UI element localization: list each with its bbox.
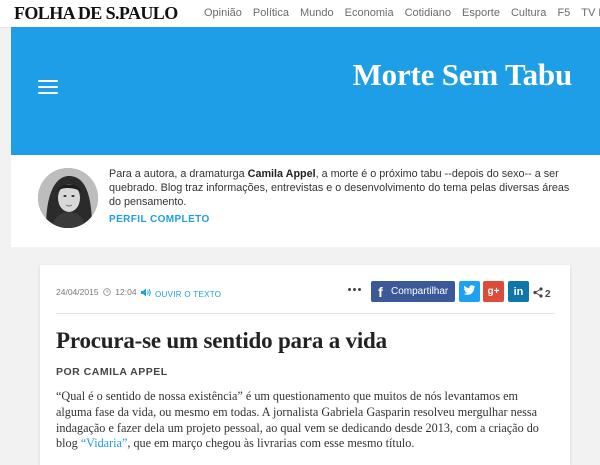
twitter-icon bbox=[463, 283, 476, 301]
share-count[interactable]: 2 bbox=[533, 285, 551, 303]
speaker-icon bbox=[140, 285, 152, 303]
article-body: “Qual é o sentido de nossa existência” é… bbox=[56, 389, 556, 452]
nav-item-f5[interactable]: F5 bbox=[557, 7, 570, 19]
author-desc-intro: Para a autora, a dramaturga bbox=[109, 168, 248, 180]
blog-title[interactable]: Morte Sem Tabu bbox=[353, 57, 573, 93]
nav-item-economia[interactable]: Economia bbox=[345, 7, 394, 19]
googleplus-icon: g+ bbox=[487, 286, 500, 297]
nav-item-cultura[interactable]: Cultura bbox=[511, 7, 546, 19]
linkedin-share-button[interactable]: in bbox=[508, 281, 529, 302]
article-timestamp: 24/04/2015 12:04 bbox=[56, 287, 137, 298]
author-description: Para a autora, a dramaturga Camila Appel… bbox=[109, 167, 579, 209]
share-count-number: 2 bbox=[545, 288, 551, 300]
share-label: Compartilhar bbox=[391, 286, 449, 297]
share-icon bbox=[533, 285, 543, 303]
nav-item-esporte[interactable]: Esporte bbox=[462, 7, 500, 19]
nav-item-politica[interactable]: Política bbox=[253, 7, 289, 19]
clock-icon bbox=[103, 288, 111, 298]
nav-item-cotidiano[interactable]: Cotidiano bbox=[405, 7, 451, 19]
top-navigation-bar: FOLHA DE S.PAULO Opinião Política Mundo … bbox=[0, 0, 600, 28]
article-body-rest: , que em março chegou às livrarias com e… bbox=[127, 436, 415, 451]
article-time: 12:04 bbox=[115, 287, 137, 297]
nav-item-mundo[interactable]: Mundo bbox=[300, 7, 334, 19]
hamburger-menu-icon[interactable] bbox=[38, 79, 60, 95]
facebook-icon: f bbox=[378, 283, 383, 300]
more-options-icon[interactable] bbox=[348, 288, 363, 291]
nav-item-tv-folha[interactable]: TV Fol bbox=[581, 7, 600, 19]
full-profile-link[interactable]: PERFIL COMPLETO bbox=[109, 214, 210, 225]
article-title: Procura-se um sentido para a vida bbox=[56, 328, 387, 353]
author-name: Camila Appel bbox=[247, 168, 316, 180]
googleplus-share-button[interactable]: g+ bbox=[483, 281, 504, 302]
article-date: 24/04/2015 bbox=[56, 287, 99, 297]
nav-item-opiniao[interactable]: Opinião bbox=[204, 7, 242, 19]
section-nav: Opinião Política Mundo Economia Cotidian… bbox=[204, 7, 600, 19]
listen-text-label: OUVIR O TEXTO bbox=[155, 289, 222, 299]
linkedin-icon: in bbox=[513, 285, 524, 298]
facebook-share-button[interactable]: f Compartilhar bbox=[371, 281, 455, 302]
vidaria-link[interactable]: “Vidaria” bbox=[81, 436, 128, 450]
folha-logo[interactable]: FOLHA DE S.PAULO bbox=[14, 3, 178, 24]
article-card: 24/04/2015 12:04 OUVIR O TEXTO f Compart… bbox=[40, 265, 570, 465]
author-box: Para a autora, a dramaturga Camila Appel… bbox=[11, 155, 600, 247]
blog-banner: Morte Sem Tabu bbox=[11, 27, 600, 155]
author-avatar bbox=[38, 168, 98, 228]
twitter-share-button[interactable] bbox=[459, 281, 480, 302]
article-byline[interactable]: POR CAMILA APPEL bbox=[56, 366, 168, 378]
listen-text-button[interactable]: OUVIR O TEXTO bbox=[140, 285, 221, 303]
meta-divider bbox=[56, 313, 554, 314]
